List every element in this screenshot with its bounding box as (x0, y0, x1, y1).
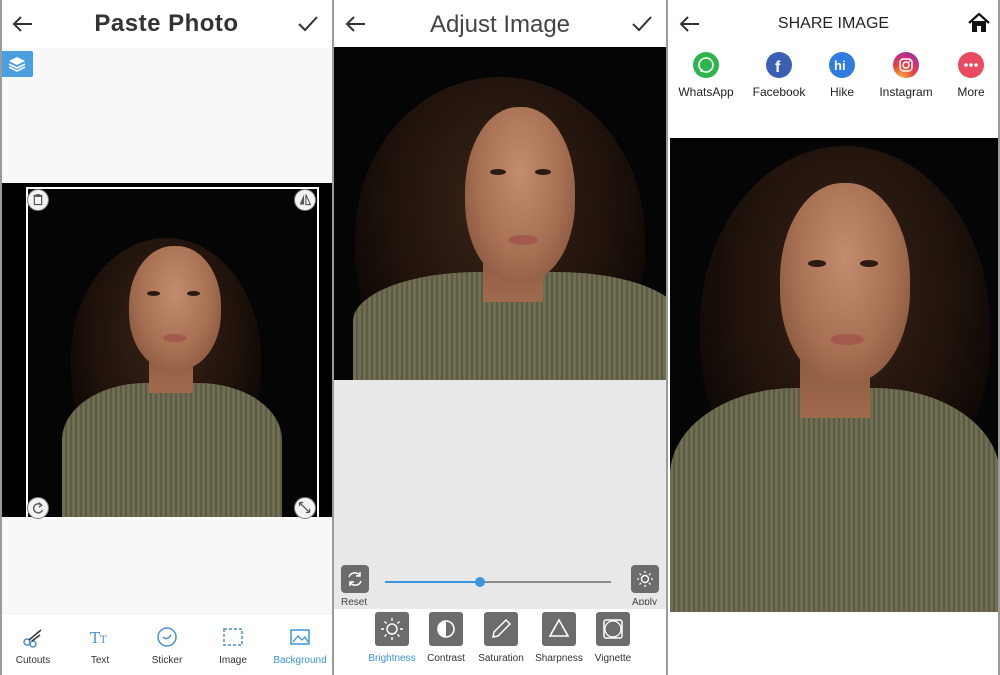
sun-icon (637, 571, 653, 587)
tool-label: Text (90, 655, 110, 666)
hike-icon: hi (829, 52, 855, 78)
instagram-glyph (899, 58, 913, 72)
page-title: Paste Photo (94, 10, 239, 37)
tool-icon-box (429, 612, 463, 646)
tool-text[interactable]: T T Text (67, 614, 133, 675)
reset-label: Reset (341, 597, 368, 605)
delete-handle[interactable] (27, 189, 49, 211)
tool-bar: Cutouts T T Text Sticker Image Backgroun… (0, 613, 333, 675)
tool-label: Cutouts (15, 655, 51, 666)
screen-divider (332, 0, 334, 675)
share-label: More (957, 85, 985, 99)
page-title: SHARE IMAGE (777, 15, 890, 32)
checkmark-icon[interactable] (629, 11, 655, 37)
scissors-icon (23, 629, 42, 648)
refresh-icon (348, 572, 362, 586)
paste-photo-header: Paste Photo (0, 0, 333, 48)
triangle-icon (548, 618, 570, 637)
share-image-screen: SHARE IMAGE WhatsApp f Facebook hi Hike (667, 0, 1000, 675)
tool-image[interactable]: Image (200, 614, 266, 675)
adjust-slider[interactable] (385, 577, 611, 587)
resize-handle[interactable] (294, 497, 316, 519)
svg-text:T: T (100, 635, 107, 646)
share-image-header: SHARE IMAGE (667, 0, 1000, 48)
share-more[interactable]: More (938, 52, 1000, 102)
adjust-photo-preview (333, 47, 667, 381)
tool-label: Image (219, 655, 247, 666)
vignette-icon (603, 619, 623, 639)
tool-brightness[interactable]: Brightness (362, 609, 422, 675)
tool-contrast[interactable]: Contrast (416, 609, 476, 675)
instagram-icon (893, 52, 919, 78)
home-icon[interactable] (966, 10, 992, 36)
svg-text:hi: hi (834, 58, 846, 73)
facebook-icon: f (766, 52, 792, 78)
page-title: Adjust Image (429, 11, 571, 38)
tool-icon-box (542, 612, 576, 646)
apply-button[interactable] (631, 565, 659, 593)
tool-label: Sticker (151, 655, 183, 666)
tool-vignette[interactable]: Vignette (583, 609, 643, 675)
tool-icon-box (596, 612, 630, 646)
adjust-image-screen: Adjust Image Reset Apply Brightness Cont… (333, 0, 667, 675)
paste-photo-screen: Paste Photo Cutouts T T Text Sticker Ima… (0, 0, 333, 675)
tool-icon-box (484, 612, 518, 646)
tool-cutouts[interactable]: Cutouts (0, 614, 66, 675)
whatsapp-glyph (698, 57, 714, 73)
tool-icon-box (375, 612, 409, 646)
tool-sticker[interactable]: Sticker (134, 614, 200, 675)
background-image-icon (290, 629, 310, 645)
tool-background[interactable]: Background (267, 614, 333, 675)
shared-photo (670, 138, 1000, 612)
tool-label: Vignette (594, 653, 632, 664)
adjust-image-header: Adjust Image (333, 0, 667, 48)
brightness-icon (381, 618, 403, 640)
share-whatsapp[interactable]: WhatsApp (673, 52, 739, 102)
tool-saturation[interactable]: Saturation (471, 609, 531, 675)
tool-sharpness[interactable]: Sharpness (529, 609, 589, 675)
hike-glyph: hi (834, 58, 846, 73)
slider-knob[interactable] (474, 577, 485, 587)
svg-text:f: f (775, 59, 781, 76)
sticker-icon (157, 627, 177, 647)
layers-icon (8, 57, 26, 72)
selection-frame[interactable] (26, 187, 319, 519)
adjust-panel (333, 380, 667, 610)
layers-button[interactable] (1, 51, 33, 77)
flip-handle[interactable] (294, 189, 316, 211)
reset-button[interactable] (341, 565, 369, 593)
contrast-icon (437, 620, 455, 638)
trash-icon (33, 193, 43, 206)
checkmark-icon[interactable] (295, 11, 321, 37)
share-hike[interactable]: hi Hike (809, 52, 875, 102)
share-label: WhatsApp (678, 85, 734, 99)
resize-icon (298, 501, 311, 514)
more-glyph (964, 63, 978, 67)
flip-icon (299, 194, 312, 206)
screen-divider (666, 0, 668, 675)
screen-divider (0, 0, 2, 675)
adjust-tool-bar: Brightness Contrast Saturation Sharpness… (333, 609, 667, 675)
tool-label: Background (273, 655, 327, 666)
rotate-icon (33, 502, 44, 514)
slider-fill (385, 581, 480, 583)
facebook-glyph: f (775, 59, 781, 76)
rotate-handle[interactable] (27, 497, 49, 519)
dropper-icon (492, 618, 512, 638)
share-instagram[interactable]: Instagram (873, 52, 939, 102)
apply-label: Apply (632, 597, 658, 605)
whatsapp-icon (693, 52, 719, 78)
image-frame-icon (223, 628, 243, 646)
more-icon (958, 52, 984, 78)
svg-text:T: T (90, 629, 100, 647)
text-icon: T T (90, 629, 107, 647)
